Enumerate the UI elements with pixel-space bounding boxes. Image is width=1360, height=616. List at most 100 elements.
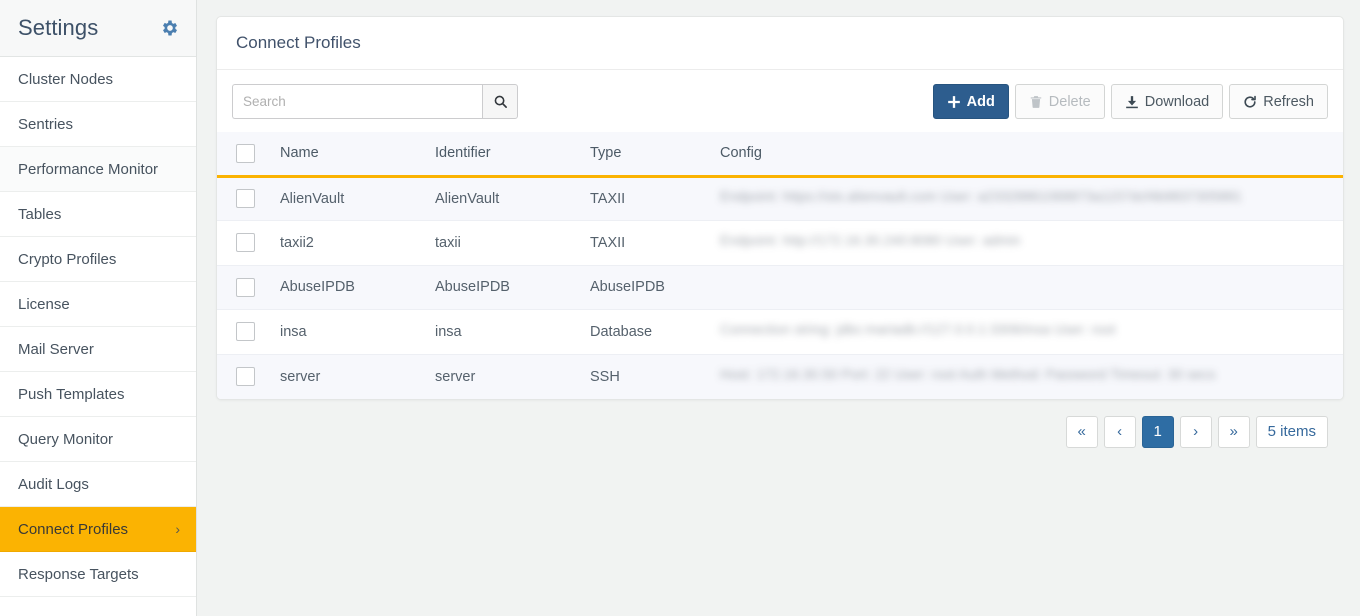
search-icon bbox=[494, 95, 507, 108]
table-row[interactable]: AlienVault AlienVault TAXII Endpoint: ht… bbox=[217, 176, 1343, 221]
app-root: Settings Cluster Nodes Sentries Performa… bbox=[0, 0, 1360, 616]
sidebar-item-performance-monitor[interactable]: Performance Monitor bbox=[0, 147, 196, 192]
chevron-right-icon: › bbox=[175, 521, 180, 537]
pagination-next-button[interactable]: › bbox=[1179, 415, 1212, 448]
pagination: « ‹ 1 › » 5 items bbox=[216, 400, 1344, 448]
column-header-type[interactable]: Type bbox=[582, 132, 712, 178]
cell-identifier: AbuseIPDB bbox=[427, 265, 582, 310]
table-row[interactable]: insa insa Database Connection string: jd… bbox=[217, 309, 1343, 355]
select-all-checkbox[interactable] bbox=[236, 143, 255, 163]
sidebar-item-label: Push Templates bbox=[18, 385, 125, 403]
connect-profiles-panel: Connect Profiles Search Add Delete Downl… bbox=[216, 16, 1344, 400]
cell-config: Endpoint: https://otx.alienvault.com Use… bbox=[712, 176, 1343, 221]
sidebar-item-audit-logs[interactable]: Audit Logs bbox=[0, 462, 196, 507]
row-checkbox[interactable] bbox=[236, 322, 255, 342]
cell-name: server bbox=[272, 354, 427, 399]
cell-config: Connection string: jdbc:mariadb://127.0.… bbox=[712, 309, 1343, 355]
redacted-config: Connection string: jdbc:mariadb://127.0.… bbox=[720, 322, 1116, 338]
table-row[interactable]: server server SSH Host: 172.16.30.50 Por… bbox=[217, 354, 1343, 399]
add-button[interactable]: Add bbox=[932, 84, 1009, 119]
refresh-button-label: Refresh bbox=[1263, 93, 1314, 110]
sidebar-item-label: Performance Monitor bbox=[18, 160, 159, 178]
delete-button-label: Delete bbox=[1048, 93, 1091, 110]
sidebar-nav: Cluster Nodes Sentries Performance Monit… bbox=[0, 57, 196, 597]
toolbar-actions: Add Delete Download Refresh bbox=[932, 84, 1328, 119]
cell-identifier: insa bbox=[427, 309, 582, 355]
cell-type: SSH bbox=[582, 354, 712, 399]
sidebar-item-label: Query Monitor bbox=[18, 430, 114, 448]
gear-icon[interactable] bbox=[160, 18, 180, 38]
sidebar: Settings Cluster Nodes Sentries Performa… bbox=[0, 0, 197, 616]
sidebar-item-push-templates[interactable]: Push Templates bbox=[0, 372, 196, 417]
panel-title: Connect Profiles bbox=[236, 33, 361, 52]
sidebar-item-cluster-nodes[interactable]: Cluster Nodes bbox=[0, 57, 196, 102]
table-header: Name Identifier Type Config bbox=[217, 132, 1343, 178]
pagination-last-button[interactable]: » bbox=[1217, 415, 1250, 448]
search-input[interactable] bbox=[232, 84, 482, 119]
redacted-config: Endpoint: https://otx.alienvault.com Use… bbox=[720, 189, 1242, 205]
row-select-cell bbox=[217, 309, 272, 355]
select-all-header bbox=[217, 132, 272, 178]
cell-identifier: taxii bbox=[427, 220, 582, 266]
sidebar-item-label: Cluster Nodes bbox=[18, 70, 114, 88]
cell-identifier: server bbox=[427, 354, 582, 399]
sidebar-item-sentries[interactable]: Sentries bbox=[0, 102, 196, 147]
toolbar: Add Delete Download bbox=[217, 70, 1343, 132]
sidebar-item-label: Crypto Profiles bbox=[18, 250, 117, 268]
row-checkbox[interactable] bbox=[236, 233, 255, 253]
main-content: Connect Profiles Search Add Delete Downl… bbox=[197, 0, 1360, 616]
row-checkbox[interactable] bbox=[236, 277, 255, 297]
cell-type: AbuseIPDB bbox=[582, 265, 712, 310]
row-select-cell bbox=[217, 176, 272, 221]
sidebar-item-mail-server[interactable]: Mail Server bbox=[0, 327, 196, 372]
pagination-page-1[interactable]: 1 bbox=[1141, 415, 1174, 448]
table-body: AlienVault AlienVault TAXII Endpoint: ht… bbox=[217, 176, 1343, 399]
row-checkbox[interactable] bbox=[236, 367, 255, 386]
sidebar-item-query-monitor[interactable]: Query Monitor bbox=[0, 417, 196, 462]
sidebar-item-label: Response Targets bbox=[18, 565, 139, 583]
sidebar-item-response-targets[interactable]: Response Targets bbox=[0, 552, 196, 597]
cell-config bbox=[712, 265, 1343, 310]
table-row[interactable]: taxii2 taxii TAXII Endpoint: http://172.… bbox=[217, 220, 1343, 266]
sidebar-item-tables[interactable]: Tables bbox=[0, 192, 196, 237]
cell-name: AlienVault bbox=[272, 176, 427, 221]
refresh-button[interactable]: Refresh bbox=[1229, 84, 1328, 119]
sidebar-item-connect-profiles[interactable]: Connect Profiles › bbox=[0, 507, 196, 552]
page-title: Settings bbox=[18, 15, 99, 40]
refresh-icon bbox=[1244, 95, 1257, 108]
pagination-first-button[interactable]: « bbox=[1065, 415, 1098, 448]
table-row[interactable]: AbuseIPDB AbuseIPDB AbuseIPDB bbox=[217, 265, 1343, 310]
cell-name: AbuseIPDB bbox=[272, 265, 427, 310]
pagination-prev-button[interactable]: ‹ bbox=[1103, 415, 1136, 448]
column-header-config[interactable]: Config bbox=[712, 132, 1343, 178]
column-header-name[interactable]: Name bbox=[272, 132, 427, 178]
cell-name: taxii2 bbox=[272, 220, 427, 266]
delete-button[interactable]: Delete bbox=[1014, 84, 1105, 119]
connect-profiles-table: Name Identifier Type Config AlienVault A… bbox=[217, 132, 1343, 399]
redacted-config: Endpoint: http://172.16.30.240:8080 User… bbox=[720, 233, 1021, 249]
cell-type: TAXII bbox=[582, 176, 712, 221]
redacted-config: Host: 172.16.30.50 Port: 22 User: root A… bbox=[720, 367, 1216, 382]
row-select-cell bbox=[217, 265, 272, 310]
sidebar-item-label: Tables bbox=[18, 205, 62, 223]
row-select-cell bbox=[217, 354, 272, 399]
sidebar-item-crypto-profiles[interactable]: Crypto Profiles bbox=[0, 237, 196, 282]
sidebar-item-label: Connect Profiles bbox=[18, 520, 129, 538]
plus-icon bbox=[947, 95, 960, 108]
sidebar-item-license[interactable]: License bbox=[0, 282, 196, 327]
search-button[interactable] bbox=[482, 84, 518, 119]
download-icon bbox=[1125, 95, 1138, 108]
cell-config: Host: 172.16.30.50 Port: 22 User: root A… bbox=[712, 354, 1343, 399]
panel-header: Connect Profiles bbox=[217, 17, 1343, 70]
row-checkbox[interactable] bbox=[236, 189, 255, 209]
table-header-row: Name Identifier Type Config bbox=[217, 132, 1343, 178]
search-group bbox=[232, 84, 518, 119]
trash-icon bbox=[1030, 95, 1042, 108]
column-header-identifier[interactable]: Identifier bbox=[427, 132, 582, 178]
cell-name: insa bbox=[272, 309, 427, 355]
cell-config: Endpoint: http://172.16.30.240:8080 User… bbox=[712, 220, 1343, 266]
download-button[interactable]: Download bbox=[1110, 84, 1224, 119]
add-button-label: Add bbox=[966, 93, 995, 110]
sidebar-header: Settings bbox=[0, 0, 196, 57]
sidebar-item-label: License bbox=[18, 295, 70, 313]
